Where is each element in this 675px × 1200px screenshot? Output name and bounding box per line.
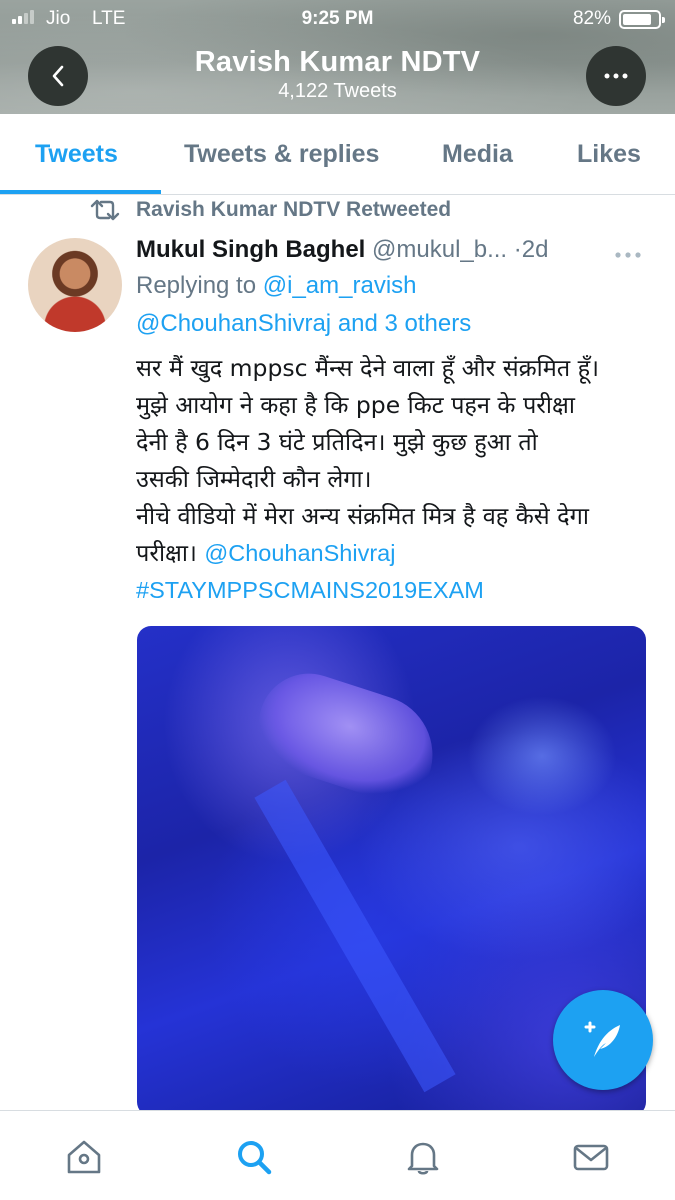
nav-messages[interactable] [569,1135,613,1179]
replying-to-handle[interactable]: @i_am_ravish [263,272,417,299]
search-icon [238,1141,272,1175]
tweet-mention[interactable]: @ChouhanShivraj [204,540,395,566]
compose-tweet-icon [584,1021,620,1057]
nav-search[interactable] [232,1135,276,1179]
replying-to-label: Replying to [136,272,257,299]
nav-home[interactable] [62,1135,106,1179]
tweet-text-line: देनी है 6 दिन 3 घंटे प्रतिदिन। मुझे कुछ … [136,428,538,456]
tab-likes[interactable]: Likes [577,140,641,169]
tweet-time: 2d [521,236,549,263]
retweet-icon [90,199,120,221]
more-button[interactable] [586,46,646,106]
profile-tabs: Tweets Tweets & replies Media Likes [0,114,675,195]
retweet-label: Ravish Kumar NDTV Retweeted [136,198,452,221]
tweet-header: Mukul Singh Baghel @mukul_b... ·2d [136,236,548,264]
author-handle[interactable]: @mukul_b... [372,236,507,263]
retweet-indicator: Ravish Kumar NDTV Retweeted [88,198,451,222]
more-horizontal-icon [604,73,628,79]
battery-percent: 82% [572,8,611,29]
avatar[interactable] [28,238,122,332]
tweet-hashtag[interactable]: #STAYMPPSCMAINS2019EXAM [136,572,656,609]
home-icon [67,1140,101,1174]
tab-tweets[interactable]: Tweets [35,140,118,169]
nav-notifications[interactable] [401,1135,445,1179]
author-name[interactable]: Mukul Singh Baghel [136,236,365,263]
tweet-text-line: मुझे आयोग ने कहा है कि ppe किट पहन के पर… [136,391,575,419]
replying-to: Replying to @i_am_ravish @ChouhanShivraj… [136,270,471,340]
tab-media[interactable]: Media [442,140,513,169]
status-bar: Jio LTE 9:25 PM 82% [0,0,675,38]
profile-header: Jio LTE 9:25 PM 82% Ravish Kumar NDTV 4,… [0,0,675,114]
mail-icon [573,1144,609,1171]
bell-icon [407,1142,439,1175]
replying-to-others-handle[interactable]: @ChouhanShivraj [136,310,331,337]
battery-icon [619,10,665,29]
bottom-navigation [0,1110,675,1200]
tweet-text-line: नीचे वीडियो में मेरा अन्य संक्रमित मित्र… [136,502,589,530]
tweet-separator: · [513,236,522,263]
tweet-text-line: सर मैं खुद mppsc मैंन्स देने वाला हूँ और… [136,354,600,382]
tweet-text: सर मैं खुद mppsc मैंन्स देने वाला हूँ और… [136,350,656,609]
tweet-text-line-with-mention: परीक्षा। @ChouhanShivraj [136,535,656,572]
tweet-text-line: उसकी जिम्मेदारी कौन लेगा। [136,465,372,493]
tab-tweets-and-replies[interactable]: Tweets & replies [184,140,379,169]
compose-tweet-button[interactable] [553,990,653,1090]
tweet-count: 4,122 Tweets [278,80,397,102]
replying-to-others[interactable]: and 3 others [338,310,471,337]
tweet-text-line: परीक्षा। [136,539,197,567]
profile-name: Ravish Kumar NDTV [194,46,481,78]
tweet-menu-icon[interactable] [614,238,642,266]
active-tab-indicator [0,190,161,194]
